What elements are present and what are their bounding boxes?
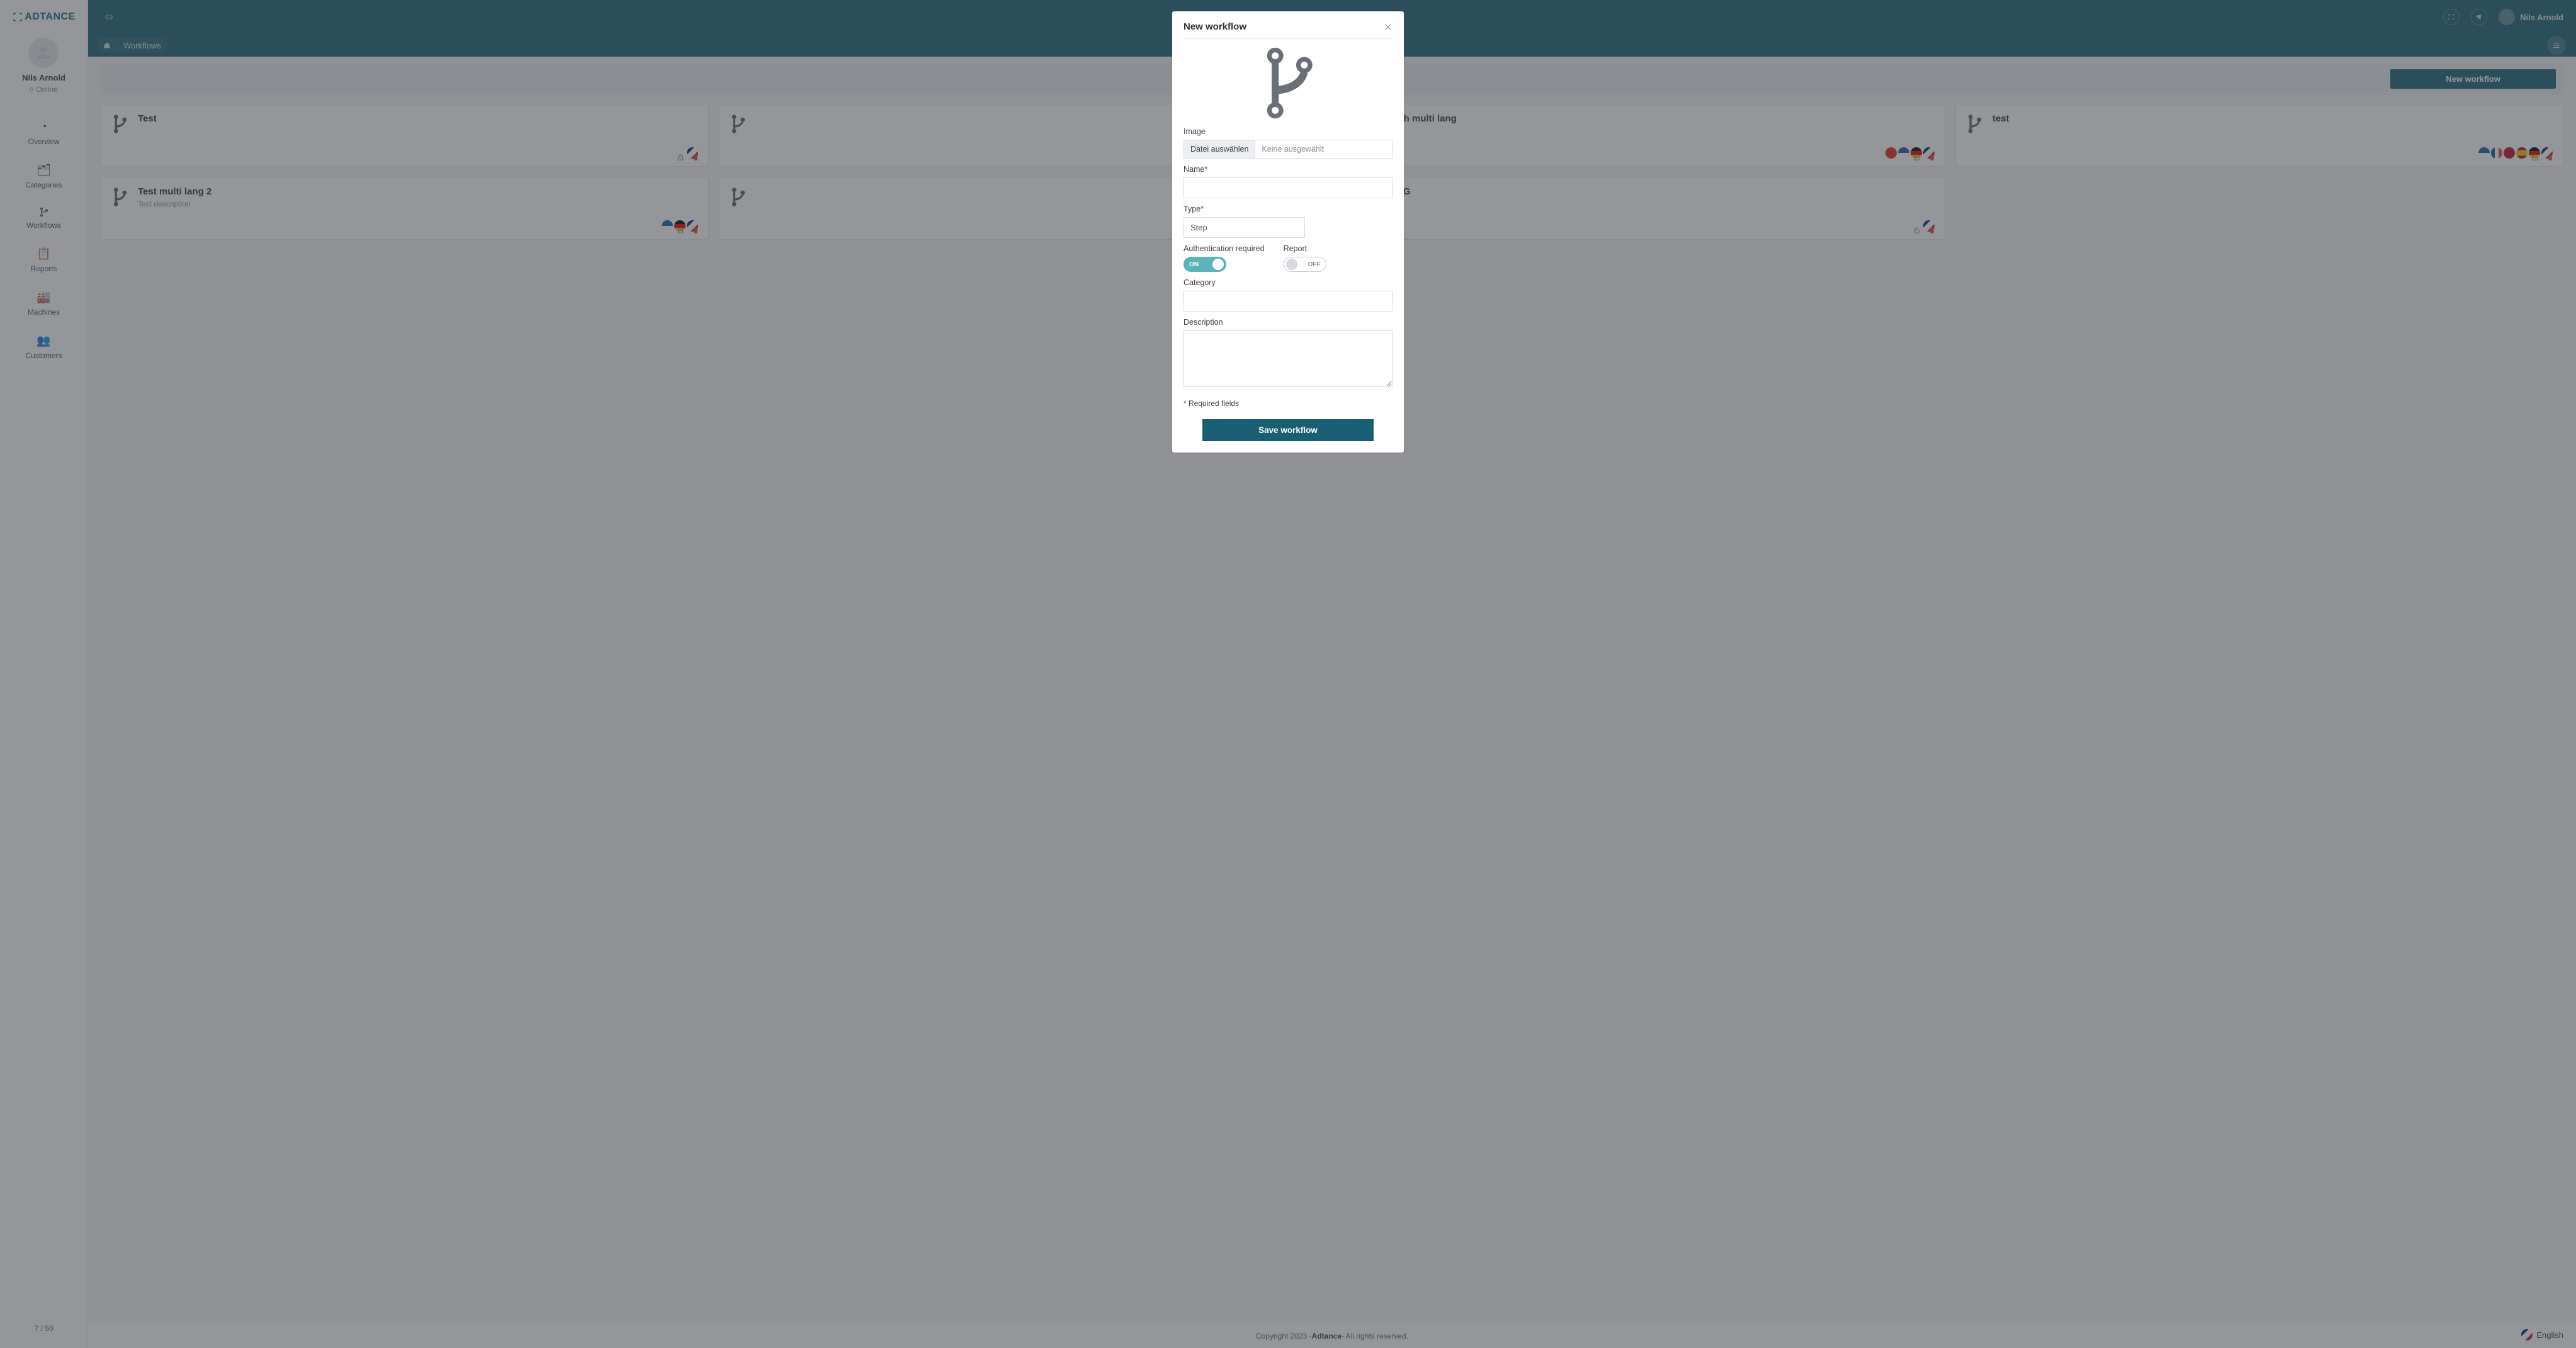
file-input-row: Datei auswählen Keine ausgewählt: [1183, 140, 1393, 159]
auth-label: Authentication required: [1183, 244, 1265, 253]
description-textarea[interactable]: [1183, 330, 1393, 387]
save-workflow-button[interactable]: Save workflow: [1202, 419, 1374, 441]
auth-toggle[interactable]: ON: [1183, 257, 1226, 272]
close-icon: [1384, 23, 1393, 31]
file-status-text: Keine ausgewählt: [1255, 140, 1392, 158]
required-note: * Required fields: [1183, 399, 1393, 408]
image-label: Image: [1183, 127, 1393, 136]
type-select[interactable]: Step: [1183, 217, 1305, 238]
workflow-branch-icon: [1183, 45, 1393, 121]
report-label: Report: [1284, 244, 1326, 253]
category-input[interactable]: [1183, 291, 1393, 312]
type-label: Type*: [1183, 205, 1393, 213]
category-label: Category: [1183, 278, 1393, 287]
report-toggle[interactable]: OFF: [1284, 257, 1326, 272]
modal-title: New workflow: [1183, 21, 1246, 32]
description-label: Description: [1183, 318, 1393, 327]
name-label: Name*: [1183, 165, 1393, 174]
modal-close-button[interactable]: [1384, 23, 1393, 31]
file-choose-button[interactable]: Datei auswählen: [1184, 140, 1255, 158]
name-input[interactable]: [1183, 177, 1393, 198]
new-workflow-modal: New workflow Image Datei auswählen Keine…: [1172, 11, 1404, 452]
